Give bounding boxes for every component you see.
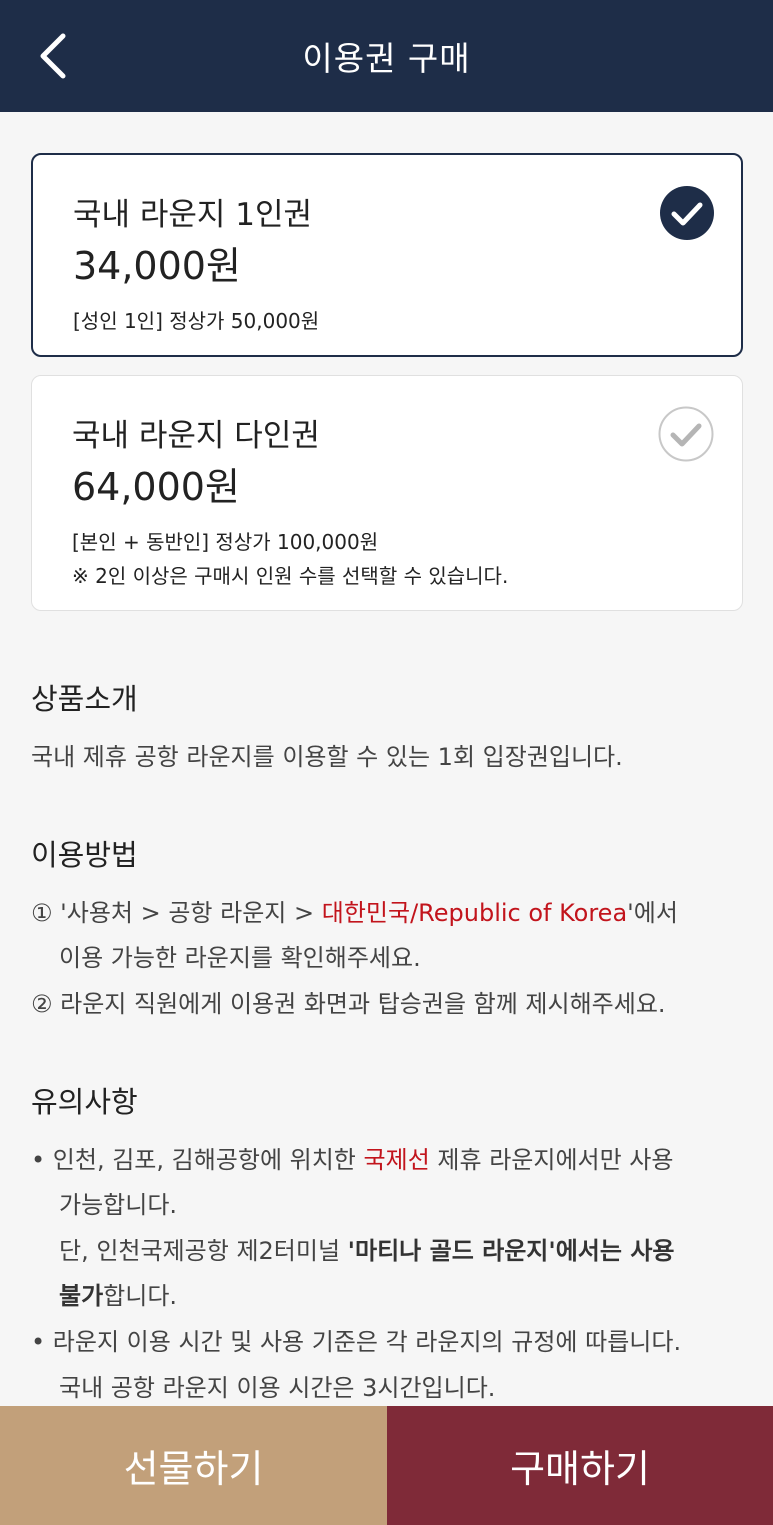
purchase-page: 이용권 구매 국내 라운지 1인권 34,000원 [성인 1인] 정상가 50… bbox=[0, 0, 773, 1525]
top-header: 이용권 구매 bbox=[0, 0, 773, 112]
product-card-single[interactable]: 국내 라운지 1인권 34,000원 [성인 1인] 정상가 50,000원 bbox=[31, 153, 743, 357]
usage-step-1: ① '사용처 > 공항 라운지 > 대한민국/Republic of Korea… bbox=[31, 893, 678, 928]
product-name: 국내 라운지 다인권 bbox=[72, 418, 320, 454]
back-button[interactable] bbox=[22, 26, 82, 86]
usage-step-2: ② 라운지 직원에게 이용권 화면과 탑승권을 함께 제시해주세요. bbox=[31, 990, 666, 1018]
product-note: [본인 + 동반인] 정상가 100,000원 bbox=[72, 530, 379, 554]
notice-item-2: • 라운지 이용 시간 및 사용 기준은 각 라운지의 규정에 따릅니다. bbox=[31, 1328, 682, 1356]
product-card-multi[interactable]: 국내 라운지 다인권 64,000원 [본인 + 동반인] 정상가 100,00… bbox=[31, 375, 743, 611]
usage-step-1-line2: 이용 가능한 라운지를 확인해주세요. bbox=[59, 944, 421, 972]
product-price: 34,000원 bbox=[73, 244, 241, 288]
notice-item-1-suffix: 제휴 라운지에서만 사용 bbox=[429, 1146, 674, 1174]
notice-item-1: • 인천, 김포, 김해공항에 위치한 국제선 제휴 라운지에서만 사용 bbox=[31, 1140, 673, 1175]
notice-item-1-prefix: • 인천, 김포, 김해공항에 위치한 bbox=[31, 1146, 364, 1174]
product-note: [성인 1인] 정상가 50,000원 bbox=[73, 309, 320, 333]
notice-item-1-line3: 단, 인천국제공항 제2터미널 '마티나 골드 라운지'에서는 사용 bbox=[59, 1231, 674, 1266]
check-circle-selected-icon[interactable] bbox=[659, 185, 715, 241]
notice-item-1-highlight: 국제선 bbox=[363, 1146, 430, 1174]
intro-title: 상품소개 bbox=[31, 682, 138, 716]
usage-step-1-suffix: '에서 bbox=[627, 899, 678, 927]
check-circle-unselected-icon[interactable] bbox=[658, 406, 714, 462]
notice-item-1-line4: 불가합니다. bbox=[59, 1276, 177, 1311]
notice-item-1-line2: 가능합니다. bbox=[59, 1191, 178, 1219]
notice-title: 유의사항 bbox=[31, 1085, 138, 1119]
product-price: 64,000원 bbox=[72, 465, 240, 509]
buy-button[interactable]: 구매하기 bbox=[387, 1406, 773, 1525]
intro-text: 국내 제휴 공항 라운지를 이용할 수 있는 1회 입장권입니다. bbox=[31, 743, 623, 771]
gift-button[interactable]: 선물하기 bbox=[0, 1406, 387, 1525]
notice-item-2-line2: 국내 공항 라운지 이용 시간은 3시간입니다. bbox=[59, 1374, 496, 1402]
notice-item-1-line4-bold: 불가 bbox=[59, 1282, 104, 1310]
chevron-left-icon bbox=[40, 33, 66, 79]
usage-step-1-link: 대한민국/Republic of Korea bbox=[321, 899, 628, 927]
notice-item-1-line3-bold: '마티나 골드 라운지'에서는 사용 bbox=[347, 1237, 675, 1265]
product-note-extra: ※ 2인 이상은 구매시 인원 수를 선택할 수 있습니다. bbox=[72, 564, 509, 588]
product-name: 국내 라운지 1인권 bbox=[73, 197, 313, 233]
notice-item-1-line4-suffix: 합니다. bbox=[103, 1282, 178, 1310]
page-title: 이용권 구매 bbox=[302, 39, 471, 78]
notice-item-1-line3-prefix: 단, 인천국제공항 제2터미널 bbox=[59, 1237, 348, 1265]
bottom-action-bar: 선물하기 구매하기 bbox=[0, 1406, 773, 1525]
usage-title: 이용방법 bbox=[31, 838, 138, 872]
usage-step-1-prefix: ① '사용처 > 공항 라운지 > bbox=[31, 899, 322, 927]
